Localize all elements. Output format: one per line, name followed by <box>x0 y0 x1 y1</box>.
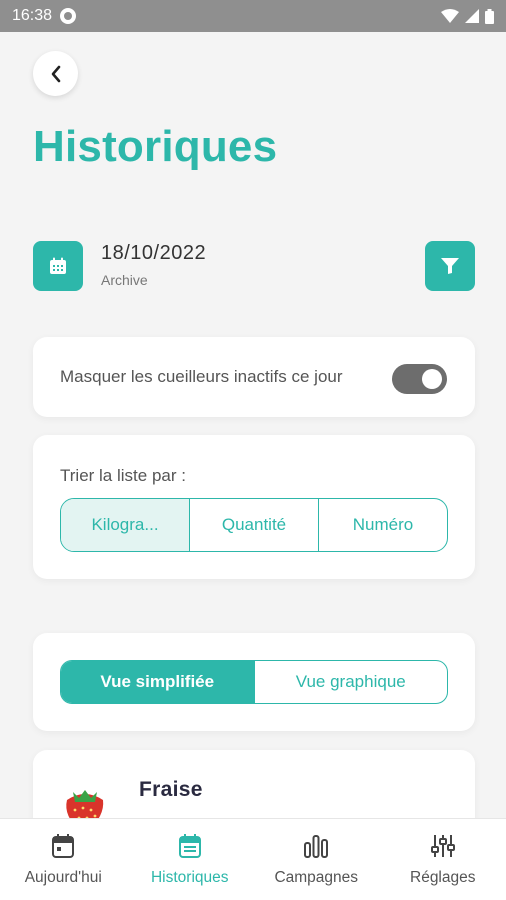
bar-chart-icon <box>304 835 329 858</box>
calendar-icon <box>50 257 66 274</box>
filter-icon <box>441 258 459 274</box>
sort-option-kilogram[interactable]: Kilogra... <box>61 499 189 551</box>
date-subtitle: Archive <box>101 272 148 288</box>
view-mode-card: Vue simplifiée Vue graphique <box>33 633 475 731</box>
filter-button[interactable] <box>425 241 475 291</box>
bottom-navigation: Aujourd'hui Historiques Campagnes Réglag… <box>0 818 506 900</box>
mask-inactive-label: Masquer les cueilleurs inactifs ce jour <box>60 367 343 386</box>
mask-inactive-card: Masquer les cueilleurs inactifs ce jour <box>33 337 475 417</box>
nav-item-history[interactable]: Historiques <box>127 819 254 900</box>
mask-inactive-toggle[interactable] <box>392 364 447 394</box>
nav-label-settings: Réglages <box>410 869 476 886</box>
sliders-icon <box>430 835 455 857</box>
sort-segmented-control: Kilogra... Quantité Numéro <box>60 498 448 552</box>
wifi-icon <box>441 9 459 23</box>
sort-option-quantity[interactable]: Quantité <box>189 499 318 551</box>
status-time: 16:38 <box>12 7 53 24</box>
back-button[interactable] <box>33 51 78 96</box>
calendar-icon <box>52 834 75 858</box>
chevron-left-icon <box>51 65 60 82</box>
nav-item-today[interactable]: Aujourd'hui <box>0 819 127 900</box>
app-notification-icon <box>60 8 77 24</box>
date-picker-button[interactable] <box>33 241 83 291</box>
toggle-knob <box>422 369 442 389</box>
status-icons <box>441 8 494 24</box>
sort-option-number[interactable]: Numéro <box>318 499 447 551</box>
sort-card: Trier la liste par : Kilogra... Quantité… <box>33 435 475 579</box>
view-segmented-control: Vue simplifiée Vue graphique <box>60 660 448 704</box>
selected-date[interactable]: 18/10/2022 <box>101 242 206 265</box>
nav-label-today: Aujourd'hui <box>24 869 102 886</box>
nav-item-campaigns[interactable]: Campagnes <box>253 819 380 900</box>
page-title: Historiques <box>33 122 278 171</box>
view-option-simple[interactable]: Vue simplifiée <box>61 661 254 703</box>
battery-icon <box>485 8 494 24</box>
fruit-name: Fraise <box>139 778 203 801</box>
nav-label-campaigns: Campagnes <box>274 869 359 886</box>
signal-icon <box>465 9 479 23</box>
nav-label-history: Historiques <box>150 869 229 886</box>
view-option-graphic[interactable]: Vue graphique <box>253 661 448 703</box>
history-calendar-icon <box>178 834 201 858</box>
status-bar: 16:38 <box>0 0 506 32</box>
nav-item-settings[interactable]: Réglages <box>380 819 506 900</box>
sort-label: Trier la liste par : <box>60 466 186 485</box>
